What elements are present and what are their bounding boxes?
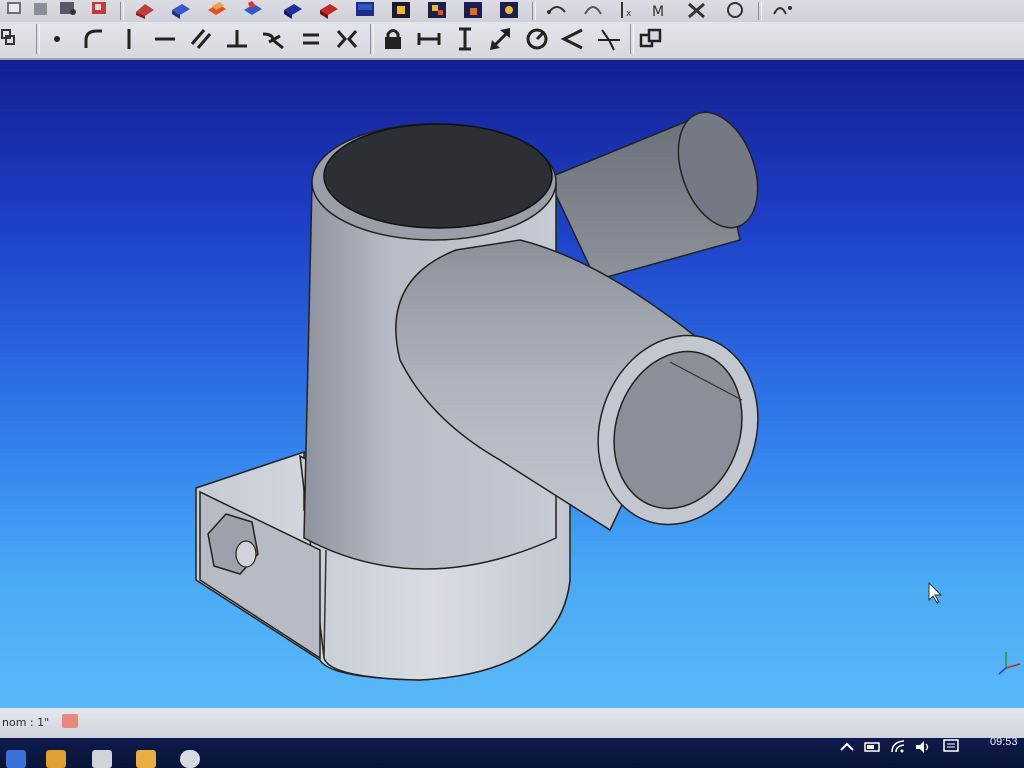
- view-top-icon[interactable]: [28, 0, 54, 22]
- boolean-icon[interactable]: [424, 0, 450, 22]
- status-bar: nom : 1": [0, 708, 1024, 738]
- equal-icon[interactable]: [298, 26, 324, 52]
- axis-cross-icon: [998, 652, 1021, 675]
- cylinder-icon[interactable]: [280, 0, 306, 22]
- mirror-icon[interactable]: [544, 0, 570, 22]
- sphere-icon[interactable]: [316, 0, 342, 22]
- toolbar-separator: [370, 24, 374, 54]
- constraint-lock-icon[interactable]: [722, 0, 748, 22]
- battery-icon[interactable]: [864, 738, 882, 756]
- taskbar-app-icon[interactable]: [92, 750, 112, 768]
- horizontal-line-icon[interactable]: [152, 26, 178, 52]
- distance-icon[interactable]: [488, 26, 514, 52]
- taskbar-app-icon[interactable]: [136, 750, 156, 768]
- tangent-icon[interactable]: [260, 26, 286, 52]
- view-rear-icon[interactable]: [88, 0, 114, 22]
- vertical-distance-icon[interactable]: [452, 26, 478, 52]
- taskbar-app-icon[interactable]: [180, 750, 200, 768]
- chamfer-icon[interactable]: [496, 0, 522, 22]
- toolbar-separator: [758, 2, 762, 20]
- sketcher-toolbar: [0, 22, 1024, 60]
- volume-icon[interactable]: [914, 738, 932, 756]
- fillet-icon[interactable]: [460, 0, 486, 22]
- cone-icon[interactable]: [352, 0, 378, 22]
- part-icon[interactable]: [204, 0, 230, 22]
- constraint-fix-icon[interactable]: M: [648, 0, 674, 22]
- box-icon[interactable]: [240, 0, 266, 22]
- arc-icon[interactable]: [80, 26, 106, 52]
- toolbar-separator: [36, 24, 40, 54]
- svg-text:x: x: [626, 9, 632, 19]
- view-left-icon[interactable]: [168, 0, 194, 22]
- view-bottom-icon[interactable]: [132, 0, 158, 22]
- torus-icon[interactable]: [388, 0, 414, 22]
- symmetric-icon[interactable]: [334, 26, 360, 52]
- chevron-up-icon[interactable]: [838, 738, 856, 756]
- view-right-icon[interactable]: [56, 0, 82, 22]
- notification-icon[interactable]: [942, 738, 960, 756]
- constraint-tools-icon[interactable]: [770, 0, 796, 22]
- vertical-line-icon[interactable]: [116, 26, 142, 52]
- constraint-pointonobject-icon[interactable]: x: [616, 0, 642, 22]
- back-branch-pipe: [546, 111, 759, 281]
- constraint-symmetric-icon[interactable]: [684, 0, 710, 22]
- main-toolbar: x M: [0, 0, 1024, 22]
- radius-icon[interactable]: [524, 26, 550, 52]
- close-icon[interactable]: [62, 714, 78, 728]
- angle-icon[interactable]: [560, 26, 586, 52]
- svg-text:M: M: [652, 4, 664, 20]
- taskbar-app-icon[interactable]: [6, 750, 26, 768]
- status-text: nom : 1": [2, 716, 50, 729]
- toolbar-separator: [532, 2, 536, 20]
- point-icon[interactable]: [44, 26, 70, 52]
- 3d-viewport[interactable]: [0, 60, 1024, 708]
- toolbar-separator: [630, 24, 634, 54]
- taskbar-app-icon[interactable]: [46, 750, 66, 768]
- wifi-icon[interactable]: [890, 738, 908, 756]
- lock-icon[interactable]: [380, 26, 406, 52]
- view-front-icon[interactable]: [2, 0, 28, 22]
- 3d-model[interactable]: [0, 60, 1024, 708]
- taskbar-clock[interactable]: 09:53: [990, 736, 1018, 748]
- snell-law-icon[interactable]: [596, 26, 622, 52]
- parallel-icon[interactable]: [188, 26, 214, 52]
- constraint-coincident-icon[interactable]: [580, 0, 606, 22]
- mouse-cursor-icon: [928, 582, 943, 604]
- perpendicular-icon[interactable]: [224, 26, 250, 52]
- horizontal-distance-icon[interactable]: [416, 26, 442, 52]
- toggle-construction-icon[interactable]: [638, 26, 664, 52]
- toolbar-separator: [120, 2, 124, 20]
- taskbar: 09:53: [0, 736, 1024, 768]
- layout-icon[interactable]: [0, 26, 26, 52]
